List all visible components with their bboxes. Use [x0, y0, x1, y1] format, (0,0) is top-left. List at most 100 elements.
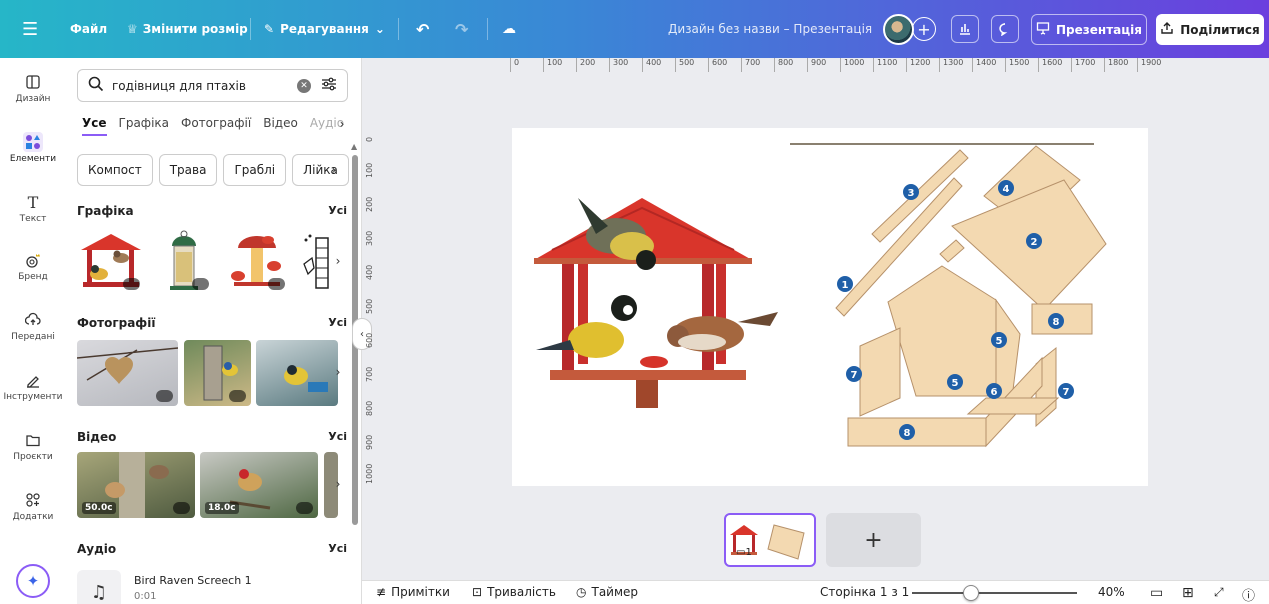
scroll-up-icon[interactable]: ▲: [351, 142, 357, 151]
bird-feeder-illustration: [534, 198, 778, 408]
video-thumbnail[interactable]: 50.0с: [77, 452, 195, 518]
horizontal-ruler: 0 100 200 300 400 500 600 700 800 900 10…: [510, 58, 1170, 72]
part-label: 4: [1003, 184, 1010, 195]
part-label: 5: [952, 378, 959, 389]
help-icon[interactable]: ⓘ: [1242, 585, 1255, 604]
share-icon: [1160, 21, 1174, 38]
rail-label: Елементи: [9, 154, 57, 164]
premium-badge: [229, 390, 246, 402]
edit-menu[interactable]: ✎ Редагування ⌄: [264, 0, 385, 58]
premium-badge: [296, 502, 313, 514]
resize-button[interactable]: ♕ Змінити розмір: [127, 0, 248, 58]
photo-thumbnail[interactable]: [256, 340, 338, 406]
timer-button[interactable]: ◷ Таймер: [576, 585, 638, 599]
clear-search-icon[interactable]: ✕: [297, 78, 311, 93]
file-menu[interactable]: Файл: [70, 0, 107, 58]
comment-icon[interactable]: [991, 15, 1019, 43]
suggestion-chips: Компост Трава Граблі Лійка: [77, 154, 349, 186]
ruler-tick: 1400: [972, 58, 1005, 72]
redo-icon[interactable]: ↷: [455, 0, 468, 58]
zoom-slider-track[interactable]: [912, 592, 1077, 594]
chevron-right-icon[interactable]: ›: [326, 162, 342, 178]
graphic-thumbnail[interactable]: [77, 228, 145, 294]
design-canvas[interactable]: 3 4 2 1 8 5 7 5 6 7 8: [512, 128, 1148, 486]
undo-icon[interactable]: ↶: [416, 0, 429, 58]
section-title-graphics: Графіка: [77, 204, 134, 218]
add-page-button[interactable]: +: [826, 513, 921, 567]
chip[interactable]: Граблі: [223, 154, 287, 186]
play-box-icon: ⊡: [472, 585, 483, 599]
graphic-thumbnail[interactable]: [224, 228, 290, 294]
page-thumbnail[interactable]: ▭1: [724, 513, 816, 567]
tab-photos[interactable]: Фотографії: [181, 116, 251, 136]
see-all-audio[interactable]: Усі: [328, 542, 347, 555]
section-title-videos: Відео: [77, 430, 117, 444]
chevron-right-icon[interactable]: ›: [334, 116, 350, 132]
see-all-videos[interactable]: Усі: [328, 430, 347, 443]
ruler-tick: 1900: [1137, 58, 1170, 72]
part-label: 7: [1063, 387, 1070, 398]
rail-item-projects[interactable]: Проєкти: [0, 428, 66, 462]
menu-icon[interactable]: ☰: [22, 0, 38, 58]
chevron-right-icon[interactable]: ›: [330, 476, 346, 492]
audio-title[interactable]: Bird Raven Screech 1: [134, 574, 252, 587]
see-all-photos[interactable]: Усі: [328, 316, 347, 329]
rail-label: Інструменти: [3, 392, 63, 402]
tab-all[interactable]: Усе: [82, 116, 107, 136]
photo-thumbnail[interactable]: [77, 340, 178, 406]
ruler-tick: 1000: [840, 58, 873, 72]
share-label: Поділитися: [1180, 22, 1260, 37]
canvas-illustration: 3 4 2 1 8 5 7 5 6 7 8: [534, 143, 1107, 448]
see-all-graphics[interactable]: Усі: [328, 204, 347, 217]
rail-item-brand[interactable]: Бренд: [0, 248, 66, 282]
rail-item-tools[interactable]: Інструменти: [0, 368, 66, 402]
add-collaborator-icon[interactable]: +: [912, 17, 936, 41]
ruler-tick: 700: [741, 58, 774, 72]
video-thumbnail[interactable]: 18.0с: [200, 452, 318, 518]
present-button[interactable]: Презентація: [1031, 14, 1147, 45]
ruler-tick: 700: [365, 366, 374, 382]
zoom-slider-handle[interactable]: [963, 585, 979, 601]
ruler-tick: 1600: [1038, 58, 1071, 72]
part-label: 1: [842, 280, 849, 291]
share-button[interactable]: Поділитися: [1156, 14, 1264, 45]
folder-icon: [0, 428, 66, 452]
page-indicator[interactable]: Сторінка 1 з 1: [820, 585, 909, 599]
content-tabs: Усе Графіка Фотографії Відео Аудіо: [82, 116, 344, 136]
rail-item-text[interactable]: T Текст: [0, 190, 66, 225]
divider: [398, 18, 399, 40]
chevron-right-icon[interactable]: ›: [330, 364, 346, 380]
cloud-save-icon[interactable]: ☁: [502, 0, 516, 58]
ruler-tick: 300: [365, 230, 374, 246]
grid-view-icon[interactable]: ⊞: [1182, 585, 1194, 601]
rail-item-design[interactable]: Дизайн: [0, 70, 66, 104]
design-title[interactable]: Дизайн без назви – Презентація: [668, 0, 872, 58]
photo-thumbnail[interactable]: [184, 340, 251, 406]
chevron-right-icon[interactable]: ›: [330, 253, 346, 269]
tab-videos[interactable]: Відео: [263, 116, 298, 136]
chevron-down-icon: ⌄: [374, 22, 385, 36]
design-title-text: Дизайн без назви – Презентація: [668, 22, 873, 36]
chip[interactable]: Компост: [77, 154, 153, 186]
music-note-icon[interactable]: ♫: [77, 570, 121, 604]
graphic-thumbnail[interactable]: [154, 228, 214, 294]
part-label: 8: [904, 428, 911, 439]
analytics-icon[interactable]: [951, 15, 979, 43]
ruler-tick: 300: [609, 58, 642, 72]
magic-sparkle-icon[interactable]: ✦: [16, 564, 50, 598]
ruler-tick: 500: [675, 58, 708, 72]
filter-icon[interactable]: [321, 76, 337, 95]
ruler-tick: 500: [365, 298, 374, 314]
duration-button[interactable]: ⊡ Тривалість: [472, 585, 556, 599]
rail-item-uploads[interactable]: Передані: [0, 308, 66, 342]
zoom-value[interactable]: 40%: [1098, 585, 1125, 599]
notes-button[interactable]: ≢ Примітки: [376, 585, 450, 599]
search-input[interactable]: годівниця для птахів ✕: [77, 69, 348, 102]
fullscreen-icon[interactable]: ⤢: [1214, 585, 1224, 600]
rail-item-apps[interactable]: Додатки: [0, 488, 66, 522]
avatar[interactable]: [883, 14, 914, 45]
chip[interactable]: Трава: [158, 154, 218, 186]
page-view-icon[interactable]: ▭: [1150, 585, 1163, 601]
rail-item-elements[interactable]: Елементи: [0, 130, 66, 164]
tab-graphics[interactable]: Графіка: [119, 116, 169, 136]
